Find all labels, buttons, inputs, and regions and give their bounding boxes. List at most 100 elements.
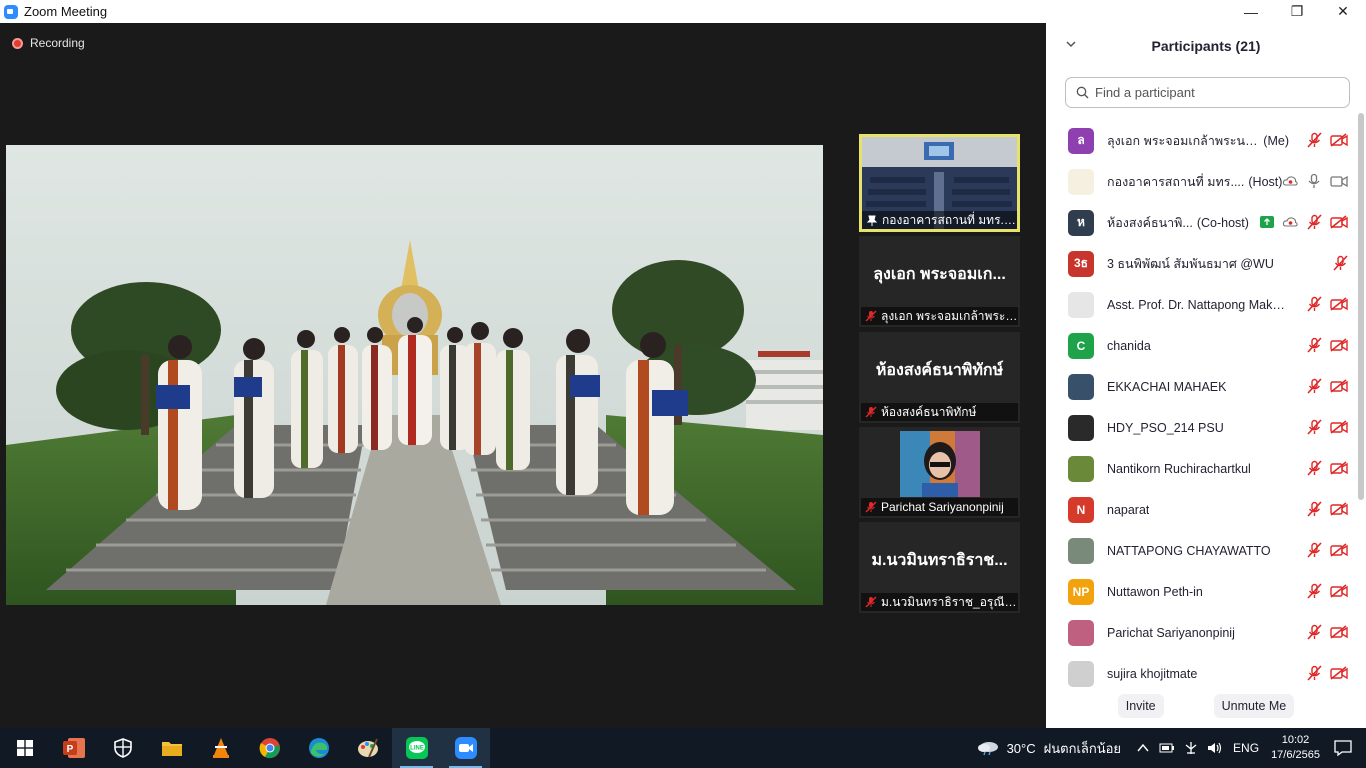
muted-mic-icon [865, 596, 877, 608]
video-off-icon[interactable] [1330, 420, 1348, 434]
muted-mic-icon [865, 310, 877, 322]
file-explorer-icon[interactable] [147, 728, 196, 768]
avatar: C [1068, 332, 1094, 359]
participant-row[interactable]: Parichat Sariyanonpinij [1046, 612, 1354, 653]
start-icon[interactable] [0, 728, 49, 768]
video-off-icon[interactable] [1330, 215, 1348, 229]
video-off-icon[interactable] [1330, 297, 1348, 311]
cloud-recording-icon [1282, 176, 1298, 186]
participant-role: (Me) [1263, 133, 1289, 148]
muted-mic-icon[interactable] [1306, 501, 1322, 517]
security-icon[interactable] [98, 728, 147, 768]
participant-row[interactable]: Cchanida [1046, 325, 1354, 366]
video-tile-parichat[interactable]: Parichat Sariyanonpinij [859, 427, 1020, 518]
video-off-icon[interactable] [1330, 338, 1348, 352]
participant-name: Nantikorn Ruchirachartkul [1107, 461, 1251, 476]
weather-widget[interactable]: 30°C ฝนตกเล็กน้อย [977, 738, 1121, 759]
muted-mic-icon[interactable] [1306, 624, 1322, 640]
video-tile-me[interactable]: ลุงเอก พระจอมเก... ลุงเอก พระจอมเกล้าพระ… [859, 236, 1020, 327]
mic-icon[interactable] [1306, 173, 1322, 189]
chrome-icon[interactable] [245, 728, 294, 768]
clock-date: 17/6/2565 [1271, 749, 1320, 761]
minimize-button[interactable]: — [1228, 0, 1274, 23]
tile-display-name: ลุงเอก พระจอมเก... [873, 266, 1006, 283]
muted-mic-icon [865, 501, 877, 513]
video-off-icon[interactable] [1330, 461, 1348, 475]
battery-icon[interactable] [1159, 742, 1175, 754]
search-input[interactable] [1095, 85, 1335, 100]
participant-row[interactable]: Nantikorn Ruchirachartkul [1046, 448, 1354, 489]
video-off-icon[interactable] [1330, 625, 1348, 639]
chevron-down-icon[interactable] [1064, 37, 1078, 51]
muted-mic-icon[interactable] [1332, 255, 1348, 271]
video-icon[interactable] [1330, 174, 1348, 188]
chevron-up-icon[interactable] [1137, 743, 1149, 753]
recording-label: Recording [30, 36, 85, 50]
vlc-icon[interactable] [196, 728, 245, 768]
muted-mic-icon[interactable] [1306, 665, 1322, 681]
recording-indicator[interactable]: Recording [12, 36, 85, 50]
muted-mic-icon[interactable] [1306, 132, 1322, 148]
zoom-icon[interactable] [441, 728, 490, 768]
volume-icon[interactable] [1207, 741, 1223, 755]
notification-icon[interactable] [1334, 740, 1352, 756]
participant-row[interactable]: HDY_PSO_214 PSU [1046, 407, 1354, 448]
zoom-app-icon [4, 4, 18, 19]
video-off-icon[interactable] [1330, 133, 1348, 147]
participant-row[interactable]: EKKACHAI MAHAEK [1046, 366, 1354, 407]
paint-icon[interactable] [343, 728, 392, 768]
participant-row[interactable]: ล ลุงเอก พระจอมเกล้าพระนครเห... (Me) [1046, 120, 1354, 161]
participant-name: sujira khojitmate [1107, 666, 1198, 681]
weather-description: ฝนตกเล็กน้อย [1043, 740, 1122, 756]
participant-row[interactable]: Nnaparat [1046, 489, 1354, 530]
video-off-icon[interactable] [1330, 584, 1348, 598]
title-bar: Zoom Meeting — ❐ ✕ [0, 0, 1366, 23]
unmute-me-button[interactable]: Unmute Me [1213, 694, 1295, 718]
muted-mic-icon[interactable] [1306, 542, 1322, 558]
window-title: Zoom Meeting [24, 4, 108, 19]
video-tile-host[interactable]: กองอาคารสถานที่ มทร.ธั... [859, 134, 1020, 232]
participant-row[interactable]: sujira khojitmate [1046, 653, 1354, 694]
participant-row[interactable]: NATTAPONG CHAYAWATTO [1046, 530, 1354, 571]
tile-caption: ห้องสงค์ธนาพิทักษ์ [881, 404, 977, 419]
muted-mic-icon[interactable] [1306, 460, 1322, 476]
tile-caption: Parichat Sariyanonpinij [881, 500, 1004, 514]
muted-mic-icon[interactable] [1306, 378, 1322, 394]
main-video[interactable] [6, 145, 823, 605]
muted-mic-icon[interactable] [1306, 419, 1322, 435]
avatar [1068, 168, 1094, 195]
muted-mic-icon[interactable] [1306, 214, 1322, 230]
video-off-icon[interactable] [1330, 502, 1348, 516]
participant-row[interactable]: กองอาคารสถานที่ มทร.... (Host) [1046, 161, 1354, 202]
avatar [1068, 537, 1094, 564]
close-button[interactable]: ✕ [1320, 0, 1366, 23]
powerpoint-icon[interactable]: P [49, 728, 98, 768]
video-off-icon[interactable] [1330, 543, 1348, 557]
avatar: ล [1068, 127, 1094, 154]
participant-row[interactable]: ห ห้องสงค์ธนาพิ... (Co-host) [1046, 202, 1354, 243]
muted-mic-icon[interactable] [1306, 583, 1322, 599]
video-off-icon[interactable] [1330, 666, 1348, 680]
system-tray: 30°C ฝนตกเล็กน้อย ENG 10:02 17/6/2565 [977, 728, 1366, 768]
maximize-button[interactable]: ❐ [1274, 0, 1320, 23]
scrollbar[interactable] [1358, 113, 1364, 500]
meeting-area: Recording กองอาคารสถานที่ มทร.ธั... ลุงเ… [0, 23, 1046, 728]
language-indicator[interactable]: ENG [1233, 741, 1259, 755]
taskbar: P LINE 30°C ฝนตกเล็กน้อย ENG 10:02 17/6/… [0, 728, 1366, 768]
clock[interactable]: 10:02 17/6/2565 [1271, 733, 1320, 763]
participant-row[interactable]: Asst. Prof. Dr. Nattapong Maka... [1046, 284, 1354, 325]
pin-icon [866, 215, 878, 226]
edge-icon[interactable] [294, 728, 343, 768]
line-icon[interactable]: LINE [392, 728, 441, 768]
participant-row[interactable]: NP Nuttawon Peth-in [1046, 571, 1354, 612]
participant-row[interactable]: 3ธ 3 ธนพิพัฒน์ สัมพันธมาศ @WU [1046, 243, 1354, 284]
video-tile-navamindradhiraj[interactable]: ม.นวมินทราธิราช... ม.นวมินทราธิราช_อรุณี… [859, 522, 1020, 613]
video-off-icon[interactable] [1330, 379, 1348, 393]
participant-name: chanida [1107, 338, 1151, 353]
muted-mic-icon[interactable] [1306, 296, 1322, 312]
invite-button[interactable]: Invite [1117, 694, 1164, 718]
muted-mic-icon[interactable] [1306, 337, 1322, 353]
video-tile-cohost[interactable]: ห้องสงค์ธนาพิทักษ์ ห้องสงค์ธนาพิทักษ์ [859, 332, 1020, 423]
network-icon[interactable] [1183, 741, 1199, 755]
participant-search[interactable] [1065, 77, 1350, 108]
